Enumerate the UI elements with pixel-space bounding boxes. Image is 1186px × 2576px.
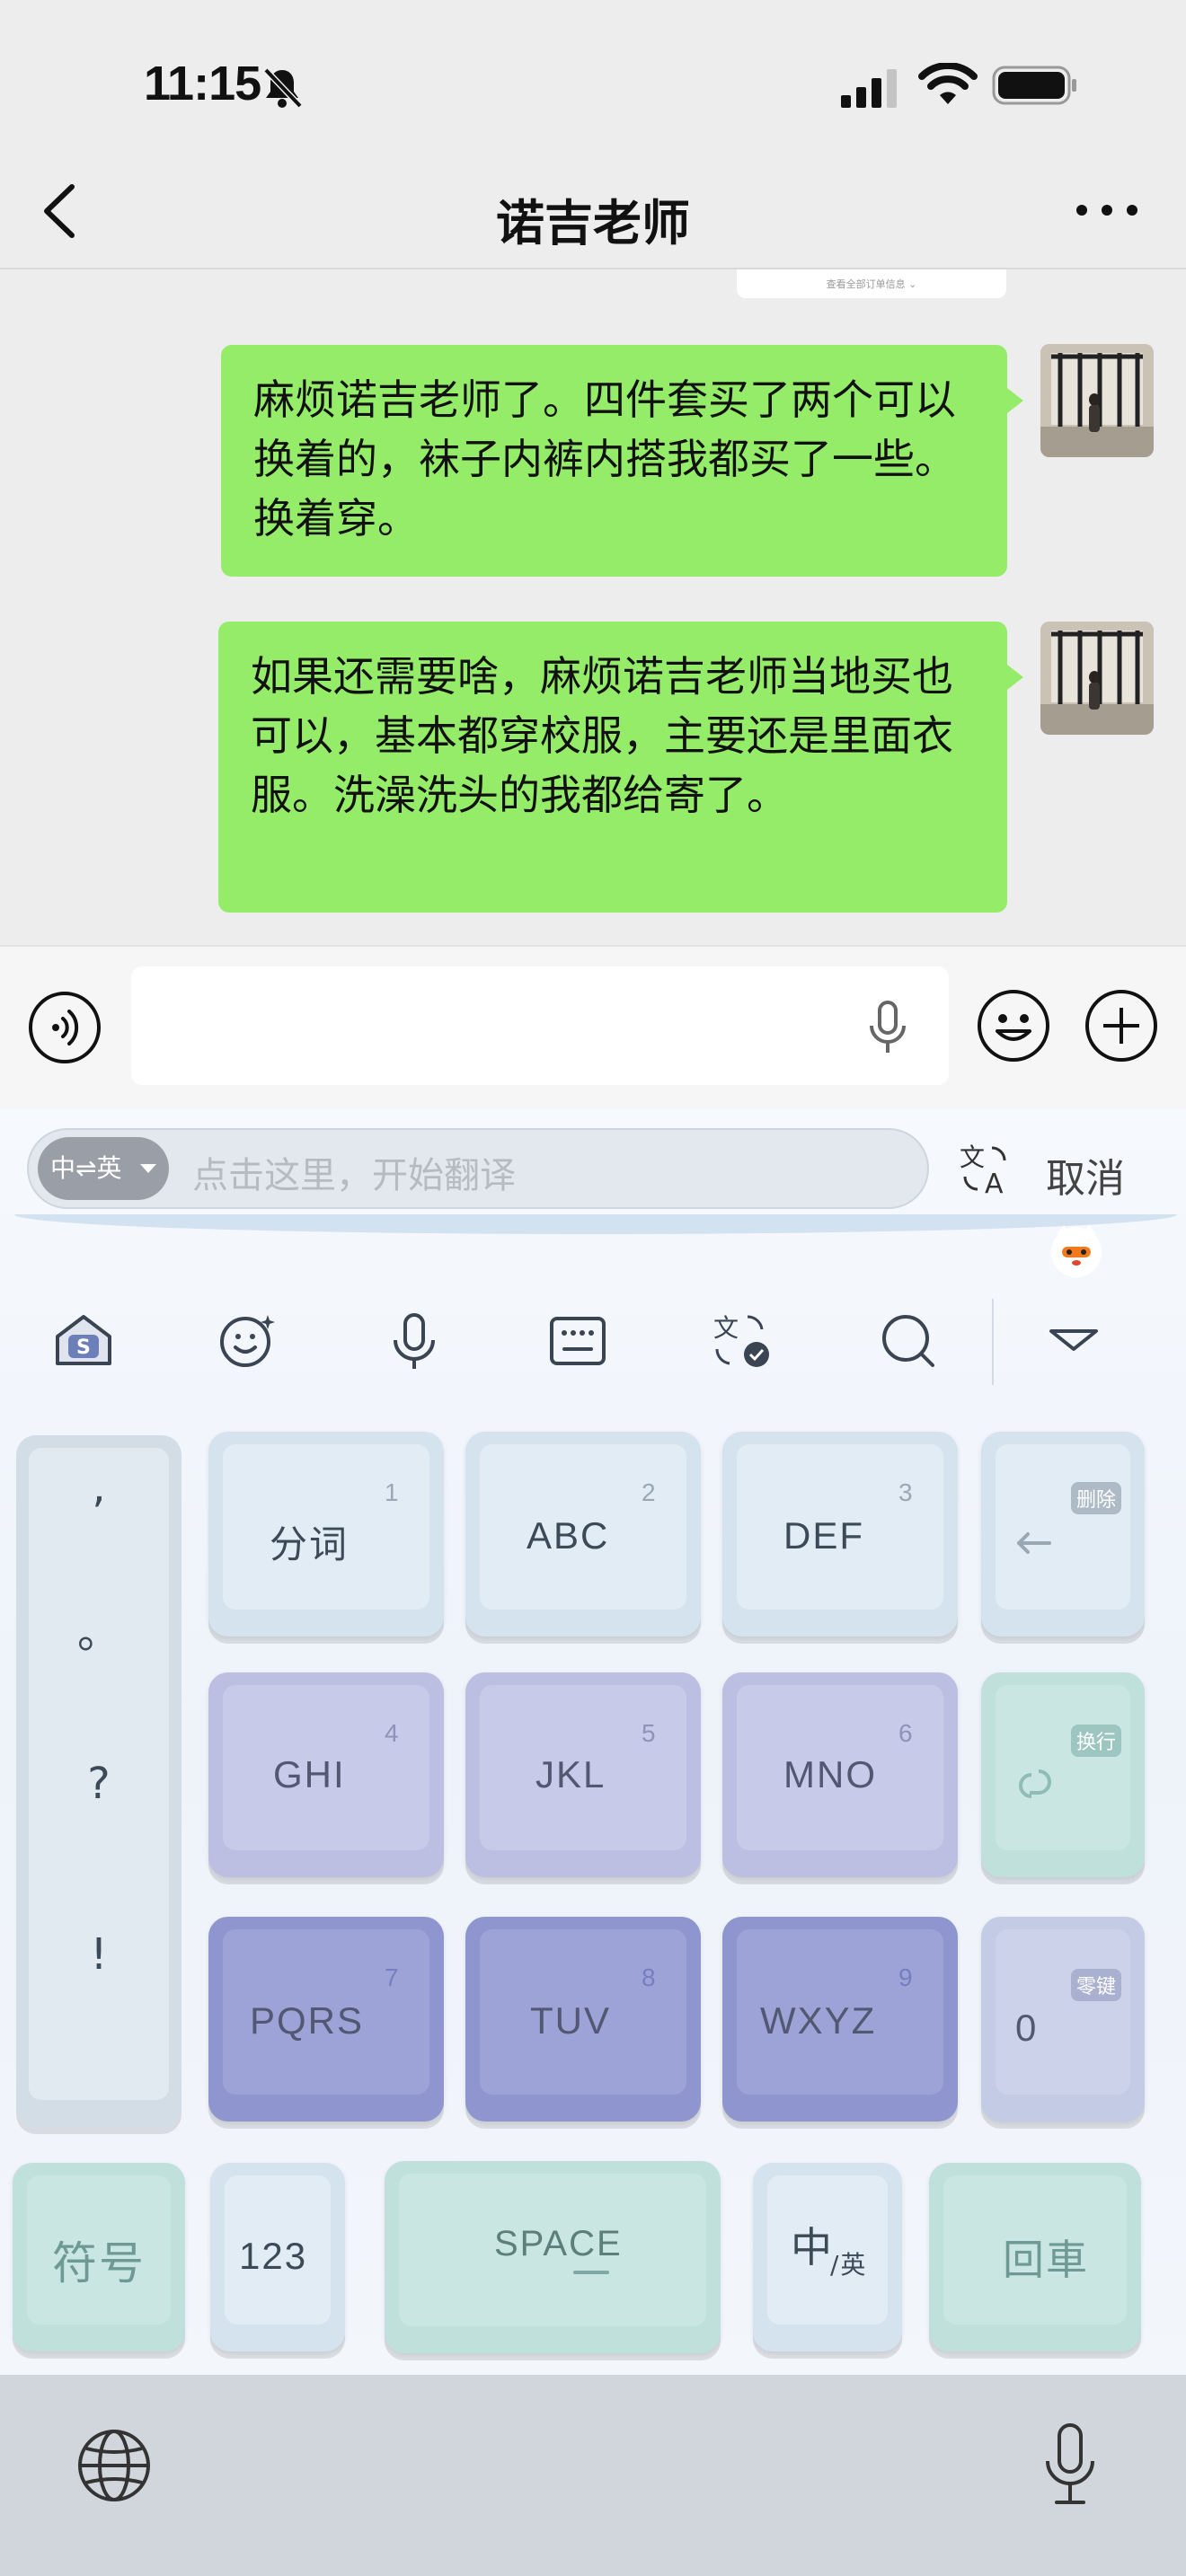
svg-text:文: 文 xyxy=(713,1313,739,1343)
microphone-icon[interactable] xyxy=(861,999,915,1056)
order-card-snippet[interactable]: 查看全部订单信息 ⌄ xyxy=(737,269,1006,298)
key-label: ABC xyxy=(527,1514,610,1557)
space-underline xyxy=(573,2271,609,2274)
key-5[interactable]: JKL 5 xyxy=(465,1672,701,1877)
key-label: SPACE xyxy=(494,2224,623,2263)
key-label: 123 xyxy=(239,2235,308,2277)
key-2[interactable]: ABC 2 xyxy=(465,1432,701,1636)
punctuation-column[interactable]: , 。 ? ! xyxy=(16,1435,181,2127)
emoji-icon[interactable] xyxy=(976,988,1051,1063)
key-number: 5 xyxy=(642,1719,656,1747)
dropdown-caret-icon xyxy=(140,1164,156,1173)
lang-sub-label: /英 xyxy=(830,2250,868,2280)
punct-key-question[interactable]: ? xyxy=(16,1759,181,1809)
newline-key[interactable]: 换行 xyxy=(981,1672,1145,1877)
skin-icon[interactable]: S xyxy=(50,1308,117,1374)
punct-key-period[interactable]: 。 xyxy=(16,1597,181,1660)
key-4[interactable]: GHI 4 xyxy=(208,1672,444,1877)
key-0[interactable]: 零键 0 xyxy=(981,1917,1145,2122)
language-switch-pill[interactable]: 中⇌英 xyxy=(38,1137,169,1200)
avatar[interactable] xyxy=(1040,622,1154,735)
translate-tool-icon[interactable]: 文 xyxy=(710,1308,776,1374)
more-options-icon[interactable] xyxy=(1069,192,1145,228)
backspace-icon xyxy=(1017,1532,1051,1554)
message-input[interactable] xyxy=(131,966,949,1085)
punct-key-exclaim[interactable]: ! xyxy=(16,1929,181,1980)
status-time: 11:15 xyxy=(144,57,261,110)
symbol-key[interactable]: 符号 xyxy=(13,2163,185,2351)
key-9[interactable]: WXYZ 9 xyxy=(722,1917,958,2122)
key-number: 7 xyxy=(385,1963,399,1991)
key-label: 符号 xyxy=(52,2237,146,2289)
space-key[interactable]: SPACE xyxy=(385,2161,721,2353)
lang-main-label: 中 xyxy=(791,2223,834,2272)
search-icon[interactable] xyxy=(875,1308,942,1374)
key-number: 1 xyxy=(385,1478,399,1506)
cellular-signal-icon xyxy=(841,69,897,108)
svg-text:S: S xyxy=(76,1337,91,1359)
language-switch-key[interactable]: 中 /英 xyxy=(753,2163,902,2351)
chat-title: 诺吉老师 xyxy=(496,195,690,251)
wifi-icon xyxy=(918,63,978,104)
key-number: 2 xyxy=(642,1478,656,1506)
key-label: 回車 xyxy=(1003,2236,1089,2284)
key-6[interactable]: MNO 6 xyxy=(722,1672,958,1877)
key-number: 4 xyxy=(385,1719,399,1747)
key-label: GHI xyxy=(273,1753,346,1795)
delete-key[interactable]: 删除 xyxy=(981,1432,1145,1636)
message-bubble[interactable]: 麻烦诺吉老师了。四件套买了两个可以换着的，袜子内裤内搭我都买了一些。换着穿。 xyxy=(221,345,1023,577)
avatar[interactable] xyxy=(1040,344,1154,457)
toolbar-separator xyxy=(992,1299,994,1385)
key-label: MNO xyxy=(783,1753,877,1795)
plus-icon[interactable] xyxy=(1084,988,1159,1063)
key-number: 9 xyxy=(898,1963,913,1991)
key-label: 分词 xyxy=(270,1523,350,1566)
key-3[interactable]: DEF 3 xyxy=(722,1432,958,1636)
punct-key-comma[interactable]: , xyxy=(16,1462,181,1513)
keyboard-icon[interactable] xyxy=(544,1308,611,1374)
cancel-translate-button[interactable]: 取消 xyxy=(1046,1146,1125,1204)
key-number: 8 xyxy=(642,1963,656,1991)
dictation-mic-icon[interactable] xyxy=(1040,2422,1100,2508)
svg-text:A: A xyxy=(985,1169,1004,1198)
key-number: 6 xyxy=(898,1719,913,1747)
key-label: JKL xyxy=(535,1753,606,1795)
numbers-key[interactable]: 123 xyxy=(210,2163,345,2351)
globe-icon[interactable] xyxy=(75,2427,153,2504)
translate-icon[interactable]: 文 A xyxy=(956,1139,1015,1198)
key-label: 0 xyxy=(1015,2007,1039,2049)
voice-message-icon[interactable] xyxy=(27,990,102,1065)
key-7[interactable]: PQRS 7 xyxy=(208,1917,444,2122)
message-bubble[interactable]: 如果还需要啥，麻烦诺吉老师当地买也可以，基本都穿校服，主要还是里面衣服。洗澡洗头… xyxy=(218,622,1023,913)
key-label: TUV xyxy=(530,1999,611,2042)
mascot-icon[interactable] xyxy=(1048,1222,1105,1279)
return-key[interactable]: 回車 xyxy=(929,2163,1141,2351)
collapse-keyboard-icon[interactable] xyxy=(1040,1308,1107,1374)
bell-muted-icon xyxy=(263,67,303,109)
delete-badge: 删除 xyxy=(1070,1482,1121,1514)
svg-text:文: 文 xyxy=(960,1142,985,1172)
translate-placeholder: 点击这里，开始翻译 xyxy=(192,1155,516,1196)
key-1[interactable]: 分词 1 xyxy=(208,1432,444,1636)
language-switch-label: 中⇌英 xyxy=(50,1153,122,1183)
key-label: DEF xyxy=(783,1514,864,1557)
back-arrow-icon[interactable] xyxy=(32,180,90,243)
battery-icon xyxy=(992,66,1076,105)
newline-icon xyxy=(1019,1769,1051,1798)
key-label: WXYZ xyxy=(760,1999,877,2042)
key-8[interactable]: TUV 8 xyxy=(465,1917,701,2122)
emoji-panel-icon[interactable] xyxy=(214,1308,280,1374)
key-number: 3 xyxy=(898,1478,913,1506)
zero-key-badge: 零键 xyxy=(1070,1969,1121,2001)
newline-badge: 换行 xyxy=(1070,1725,1121,1757)
system-keyboard-bar xyxy=(0,2375,1186,2576)
voice-input-icon[interactable] xyxy=(381,1308,447,1374)
key-label: PQRS xyxy=(250,1999,365,2042)
